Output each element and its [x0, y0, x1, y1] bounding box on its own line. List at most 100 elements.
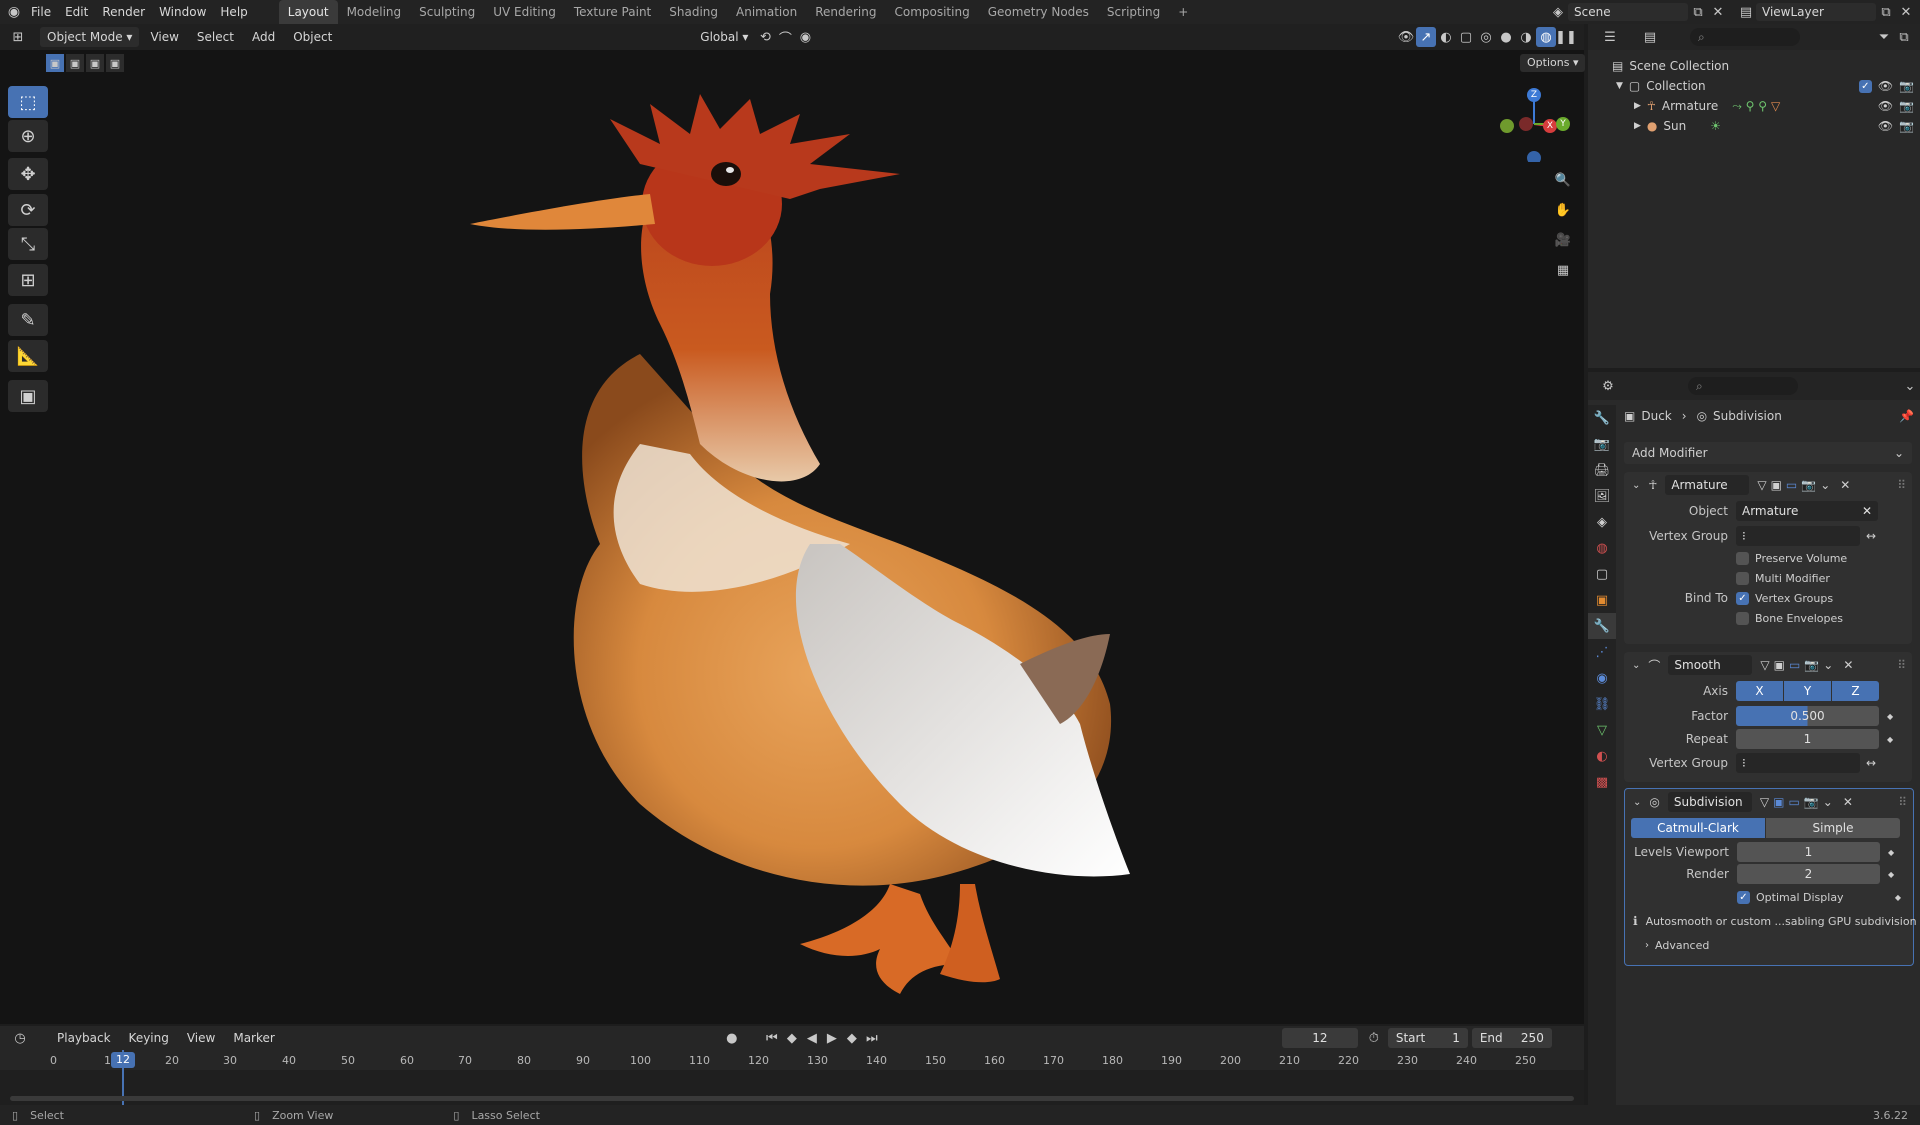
start-frame-field[interactable]: Start 1	[1387, 1028, 1468, 1048]
subdivision-editmode-icon[interactable]: ▽	[1760, 795, 1769, 809]
menu-select[interactable]: Select	[190, 27, 241, 47]
move-tool[interactable]: ✥	[8, 158, 48, 190]
measure-tool[interactable]: 📐	[8, 340, 48, 372]
smooth-drag-handle-icon[interactable]: ⠿	[1897, 658, 1906, 672]
new-collection-icon[interactable]: ⧉	[1894, 27, 1914, 47]
gizmo-y-label[interactable]: Y	[1556, 117, 1570, 131]
material-tab-icon[interactable]: ◐	[1588, 743, 1616, 769]
armature-collapse-icon[interactable]: ⌄	[1632, 480, 1640, 491]
subdivision-drag-handle-icon[interactable]: ⠿	[1898, 795, 1907, 809]
timeline-body[interactable]: 0 10 20 30 40 50 60 70 80 90 100 110 120…	[0, 1050, 1584, 1105]
levels-keyframe-icon[interactable]: ◆	[1888, 848, 1894, 857]
jump-start-icon[interactable]: ⏮	[762, 1028, 782, 1048]
clear-object-icon[interactable]: ✕	[1862, 504, 1872, 518]
menu-help[interactable]: Help	[213, 0, 254, 24]
gizmo-toggle-icon[interactable]: ↗	[1416, 27, 1436, 47]
bone-envelopes-checkbox[interactable]	[1736, 611, 1749, 625]
collection-expand-icon[interactable]: ▼	[1616, 81, 1623, 91]
add-workspace-button[interactable]: +	[1169, 0, 1197, 24]
menu-object[interactable]: Object	[286, 27, 339, 47]
texture-tab-icon[interactable]: ▩	[1588, 769, 1616, 795]
preserve-volume-checkbox[interactable]	[1736, 551, 1749, 565]
menu-render[interactable]: Render	[95, 0, 152, 24]
add-cube-tool[interactable]: ▣	[8, 380, 48, 412]
pivot-icon[interactable]: ⟲	[755, 27, 775, 47]
rendered-shading-icon[interactable]: ◍	[1536, 27, 1556, 47]
end-frame-field[interactable]: End 250	[1471, 1028, 1552, 1048]
simple-toggle[interactable]: Simple	[1766, 818, 1900, 838]
tab-rendering[interactable]: Rendering	[806, 0, 885, 24]
menu-file[interactable]: File	[24, 0, 58, 24]
smooth-realtime-icon[interactable]: ▭	[1789, 658, 1800, 672]
tab-compositing[interactable]: Compositing	[885, 0, 978, 24]
render-levels-field[interactable]: 2	[1737, 864, 1880, 884]
overlays-icon[interactable]: ◐	[1436, 27, 1456, 47]
outliner-search-input[interactable]: ⌕	[1690, 28, 1800, 46]
smooth-dropdown-icon[interactable]: ⌄	[1823, 658, 1833, 672]
pause-render-icon[interactable]: ❚❚	[1555, 27, 1577, 47]
outliner-filter-icon[interactable]: ⏷	[1874, 27, 1894, 47]
tool-tab-icon[interactable]: 🔧	[1588, 405, 1616, 431]
sun-expand-icon[interactable]: ▶	[1634, 121, 1641, 131]
gizmo-x-label[interactable]: X	[1543, 119, 1557, 133]
outliner-display-icon[interactable]: ☰	[1600, 27, 1620, 47]
object-mode-dropdown[interactable]: Object Mode ▾	[40, 27, 140, 47]
advanced-chevron-icon[interactable]: ›	[1645, 940, 1649, 951]
render-keyframe-icon[interactable]: ◆	[1888, 870, 1894, 879]
menu-timeline-view[interactable]: View	[180, 1028, 222, 1048]
smooth-name-field[interactable]: Smooth	[1668, 655, 1753, 675]
annotate-tool[interactable]: ✎	[8, 304, 48, 336]
select-intersect-icon[interactable]: ▣	[106, 54, 124, 72]
navigation-gizmo[interactable]: Z X Y	[1490, 82, 1570, 165]
subdivision-render-icon[interactable]: 📷	[1804, 795, 1819, 809]
collection-row[interactable]: ▼ ▢ Collection ✓ 👁 📷	[1588, 76, 1920, 96]
transform-tool[interactable]: ⊞	[8, 264, 48, 296]
optimal-keyframe-icon[interactable]: ◆	[1895, 893, 1901, 902]
tab-scripting[interactable]: Scripting	[1098, 0, 1169, 24]
prev-keyframe-icon[interactable]: ◆	[782, 1028, 802, 1048]
zoom-icon[interactable]: 🔍	[1553, 170, 1573, 190]
axis-y-toggle[interactable]: Y	[1784, 681, 1831, 701]
tab-modeling[interactable]: Modeling	[338, 0, 411, 24]
physics-tab-icon[interactable]: ◉	[1588, 665, 1616, 691]
armature-modifier-icon[interactable]: ▽	[1771, 99, 1780, 113]
repeat-keyframe-icon[interactable]: ◆	[1887, 735, 1893, 744]
armature-vertex-group-field[interactable]: ⁝	[1736, 526, 1860, 546]
camera-view-icon[interactable]: 🎥	[1553, 230, 1573, 250]
subdivision-realtime-icon[interactable]: ▭	[1788, 795, 1799, 809]
armature-remove-icon[interactable]: ✕	[1840, 478, 1850, 492]
levels-viewport-field[interactable]: 1	[1737, 842, 1880, 862]
scale-tool[interactable]: ⤡	[8, 228, 48, 260]
new-view-layer-icon[interactable]: ⧉	[1876, 2, 1896, 22]
smooth-vertex-group-field[interactable]: ⁝	[1736, 753, 1860, 773]
armature-editmode-icon[interactable]: ▽	[1757, 478, 1766, 492]
properties-editor-icon[interactable]: ⚙	[1598, 376, 1618, 396]
properties-options-icon[interactable]: ⌄	[1900, 376, 1920, 396]
select-extend-icon[interactable]: ▣	[66, 54, 84, 72]
collection-exclude-checkbox[interactable]: ✓	[1858, 79, 1872, 93]
tab-animation[interactable]: Animation	[727, 0, 806, 24]
scene-tab-icon[interactable]: ◈	[1588, 509, 1616, 535]
catmull-clark-toggle[interactable]: Catmull-Clark	[1631, 818, 1765, 838]
select-subtract-icon[interactable]: ▣	[86, 54, 104, 72]
delete-scene-icon[interactable]: ✕	[1708, 2, 1728, 22]
outliner-item-armature[interactable]: ▶ ☥ Armature ⤳ ⚲ ⚲ ▽ 👁 📷	[1588, 96, 1920, 116]
3d-viewport[interactable]	[0, 24, 1584, 1024]
invert-vertex-group-icon[interactable]: ↔	[1866, 529, 1876, 543]
smooth-collapse-icon[interactable]: ⌄	[1632, 660, 1640, 671]
armature-object-field[interactable]: Armature ✕	[1736, 501, 1878, 521]
collection-render-icon[interactable]: 📷	[1899, 79, 1914, 93]
smooth-render-icon[interactable]: 📷	[1804, 658, 1819, 672]
add-modifier-dropdown[interactable]: Add Modifier ⌄	[1624, 442, 1912, 464]
smooth-editmode-icon[interactable]: ▽	[1760, 658, 1769, 672]
view-layer-selector[interactable]: ViewLayer	[1756, 3, 1876, 21]
armature-cage-icon[interactable]: ▣	[1771, 478, 1782, 492]
xray-icon[interactable]: ▢	[1456, 27, 1476, 47]
armature-visibility-icon[interactable]: 👁	[1878, 99, 1893, 113]
menu-keying[interactable]: Keying	[122, 1028, 176, 1048]
optimal-display-checkbox[interactable]: ✓	[1737, 890, 1750, 904]
editor-type-icon[interactable]: ⊞	[8, 27, 28, 47]
armature-name-field[interactable]: Armature	[1665, 475, 1750, 495]
data-tab-icon[interactable]: ▽	[1588, 717, 1616, 743]
menu-window[interactable]: Window	[152, 0, 213, 24]
